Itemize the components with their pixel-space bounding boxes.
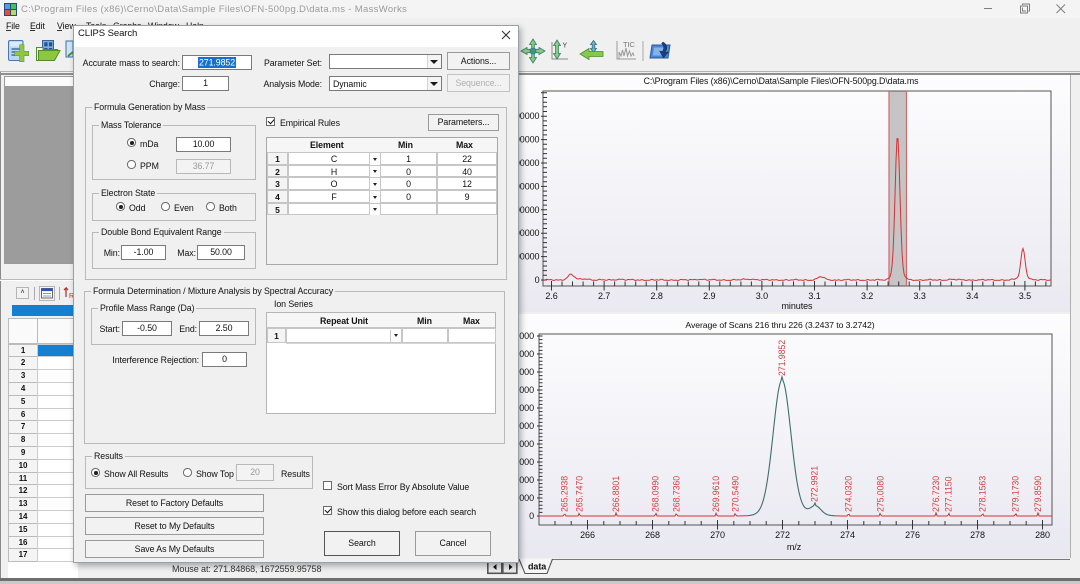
- svg-text:280: 280: [1035, 530, 1050, 540]
- svg-text:2.9: 2.9: [703, 291, 715, 301]
- svg-text:00000: 00000: [516, 205, 540, 215]
- svg-text:274: 274: [840, 530, 855, 540]
- svg-text:00000: 00000: [516, 111, 540, 121]
- svg-text:271.9852: 271.9852: [777, 340, 787, 376]
- svg-text:3.5: 3.5: [1019, 291, 1031, 301]
- svg-text:274.0320: 274.0320: [844, 476, 854, 512]
- svg-text:2.8: 2.8: [651, 291, 663, 301]
- svg-text:272.9921: 272.9921: [810, 466, 820, 502]
- svg-text:00000: 00000: [516, 158, 540, 168]
- svg-text:minutes: minutes: [782, 301, 814, 311]
- svg-text:277.1150: 277.1150: [944, 476, 954, 512]
- svg-text:276: 276: [905, 530, 920, 540]
- svg-text:00000: 00000: [516, 181, 540, 191]
- svg-text:266.8801: 266.8801: [611, 476, 621, 512]
- svg-text:TIC: TIC: [623, 40, 636, 49]
- svg-text:278: 278: [970, 530, 985, 540]
- svg-text:268.7360: 268.7360: [671, 476, 681, 512]
- svg-text:3.0: 3.0: [756, 291, 768, 301]
- svg-text:265.7470: 265.7470: [574, 476, 584, 512]
- svg-text:data: data: [528, 562, 547, 572]
- svg-text:268.0990: 268.0990: [651, 476, 661, 512]
- svg-text:00000: 00000: [516, 252, 540, 262]
- svg-text:268: 268: [645, 530, 660, 540]
- svg-text:3.3: 3.3: [914, 291, 926, 301]
- svg-text:266: 266: [580, 530, 595, 540]
- svg-text:270: 270: [710, 530, 725, 540]
- svg-text:265.2938: 265.2938: [560, 476, 570, 512]
- svg-text:272: 272: [775, 530, 790, 540]
- svg-text:0: 0: [529, 511, 534, 521]
- svg-text:3.2: 3.2: [861, 291, 873, 301]
- svg-text:2.6: 2.6: [545, 291, 557, 301]
- svg-text:3.4: 3.4: [966, 291, 978, 301]
- svg-text:00000: 00000: [516, 135, 540, 145]
- svg-text:278.1563: 278.1563: [978, 476, 988, 512]
- svg-text:270.5490: 270.5490: [730, 476, 740, 512]
- svg-text:C:\Program Files (x86)\Cerno\D: C:\Program Files (x86)\Cerno\Data\Sample…: [644, 76, 920, 86]
- svg-text:275.0080: 275.0080: [875, 476, 885, 512]
- svg-text:00000: 00000: [516, 228, 540, 238]
- svg-text:276.7230: 276.7230: [931, 476, 941, 512]
- svg-text:Y: Y: [563, 43, 568, 50]
- svg-text:m/z: m/z: [787, 542, 802, 552]
- svg-text:279.8590: 279.8590: [1033, 476, 1043, 512]
- svg-text:Average of Scans 216 thru 226: Average of Scans 216 thru 226 (3.2437 to…: [685, 320, 874, 330]
- svg-text:0: 0: [535, 275, 540, 285]
- svg-text:2.7: 2.7: [598, 291, 610, 301]
- svg-text:3.1: 3.1: [808, 291, 820, 301]
- svg-text:279.1730: 279.1730: [1011, 476, 1021, 512]
- svg-text:269.9610: 269.9610: [711, 476, 721, 512]
